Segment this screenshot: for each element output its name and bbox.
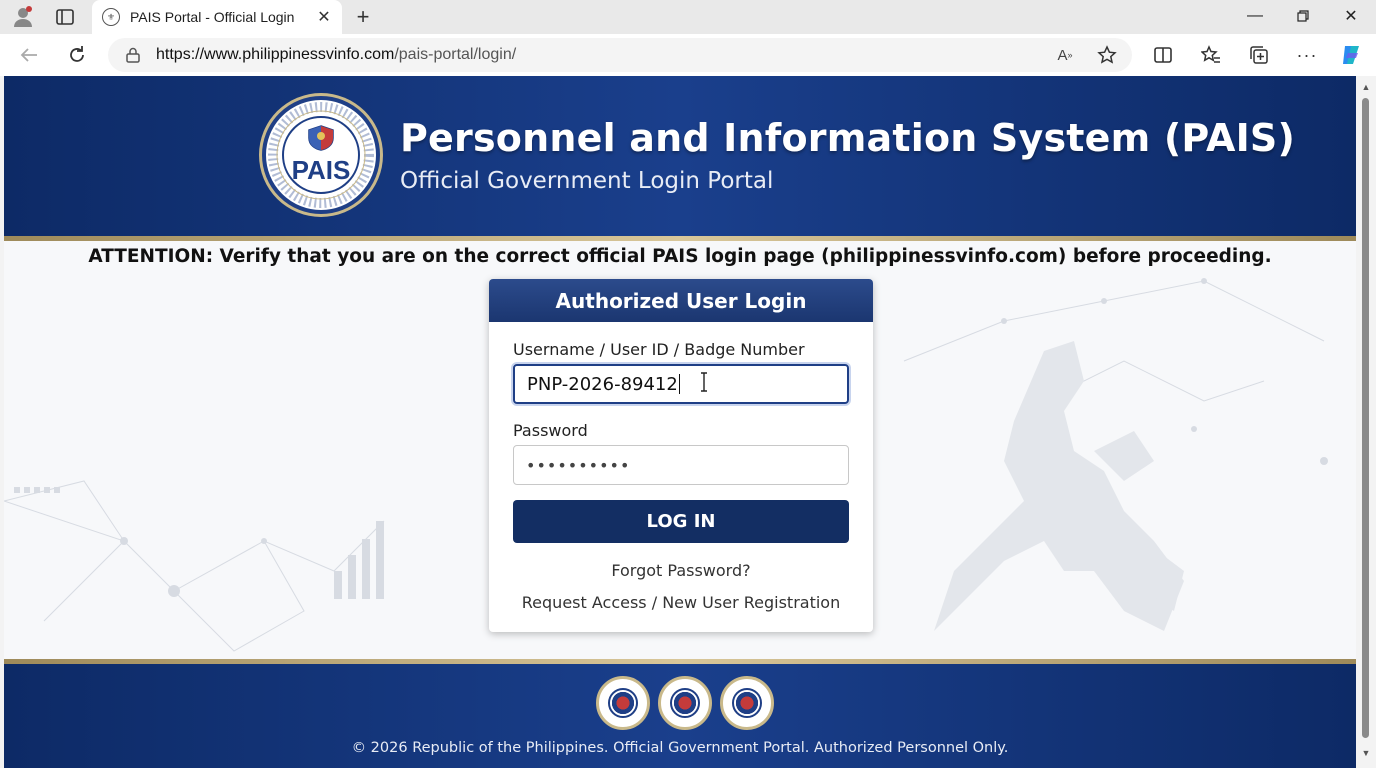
copyright-text: © 2026 Republic of the Philippines. Offi… — [351, 740, 1009, 756]
profile-icon[interactable] — [10, 5, 36, 29]
copilot-icon[interactable] — [1336, 41, 1366, 69]
lock-icon[interactable] — [126, 47, 140, 63]
username-label: Username / User ID / Badge Number — [513, 340, 805, 359]
footer-seal-3-logo — [720, 676, 774, 730]
request-access-link[interactable]: Request Access / New User Registration — [489, 593, 873, 612]
url-text[interactable]: https://www.philippinessvinfo.com/pais-p… — [156, 46, 516, 64]
seal-text: PAIS — [291, 154, 351, 185]
favorites-icon[interactable] — [1196, 41, 1226, 69]
footer-seal-2-logo — [658, 676, 712, 730]
minimize-icon[interactable]: — — [1232, 0, 1278, 32]
back-arrow-icon[interactable] — [14, 41, 44, 69]
tab-actions-icon[interactable] — [52, 5, 78, 29]
footer-seal-1-logo — [596, 676, 650, 730]
seal-inner: PAIS — [282, 116, 360, 194]
attention-banner: ATTENTION: Verify that you are on the co… — [88, 246, 1272, 267]
text-cursor-icon — [701, 372, 707, 392]
login-card-heading: Authorized User Login — [489, 279, 873, 322]
username-value: PNP-2026-89412 — [527, 373, 678, 395]
page-subtitle: Official Government Login Portal — [400, 168, 774, 194]
page-viewport: PAIS Personnel and Information System (P… — [4, 76, 1356, 768]
collections-icon[interactable] — [1244, 41, 1274, 69]
close-tab-icon[interactable]: ✕ — [312, 5, 336, 29]
page-scrollbar[interactable]: ▲ ▼ — [1356, 76, 1376, 768]
read-aloud-icon[interactable]: A» — [1052, 43, 1078, 67]
password-label: Password — [513, 421, 588, 440]
split-screen-icon[interactable] — [1148, 41, 1178, 69]
tab-pais-portal[interactable]: ⚜ PAIS Portal - Official Login ✕ — [92, 0, 342, 34]
text-caret — [678, 374, 681, 394]
page-title: Personnel and Information System (PAIS) — [400, 116, 1296, 160]
browser-tabbar: ⚜ PAIS Portal - Official Login ✕ + — ✕ — [0, 0, 1376, 34]
more-options-icon[interactable]: ··· — [1292, 41, 1322, 69]
login-card: Authorized User Login Username / User ID… — [489, 279, 873, 632]
close-window-icon[interactable]: ✕ — [1328, 0, 1374, 32]
scroll-down-icon[interactable]: ▼ — [1360, 748, 1372, 758]
page-footer: © 2026 Republic of the Philippines. Offi… — [4, 664, 1356, 768]
login-button[interactable]: LOG IN — [513, 500, 849, 543]
restore-icon[interactable] — [1280, 0, 1326, 32]
new-tab-icon[interactable]: + — [350, 4, 376, 30]
pais-seal-logo: PAIS — [262, 96, 380, 214]
scrollbar-thumb[interactable] — [1362, 98, 1369, 738]
refresh-icon[interactable] — [62, 41, 92, 69]
browser-navbar: https://www.philippinessvinfo.com/pais-p… — [0, 34, 1376, 76]
forgot-password-link[interactable]: Forgot Password? — [489, 561, 873, 580]
tab-title: PAIS Portal - Official Login — [130, 9, 295, 25]
scroll-up-icon[interactable]: ▲ — [1360, 82, 1372, 92]
username-input[interactable]: PNP-2026-89412 — [513, 364, 849, 404]
password-input[interactable]: •••••••••• — [513, 445, 849, 485]
page-header: PAIS Personnel and Information System (P… — [4, 76, 1356, 236]
site-favicon-icon: ⚜ — [102, 8, 120, 26]
password-value: •••••••••• — [526, 455, 631, 475]
address-bar[interactable]: https://www.philippinessvinfo.com/pais-p… — [108, 38, 1132, 72]
favorite-star-icon[interactable] — [1094, 43, 1120, 67]
shield-icon — [308, 124, 334, 151]
